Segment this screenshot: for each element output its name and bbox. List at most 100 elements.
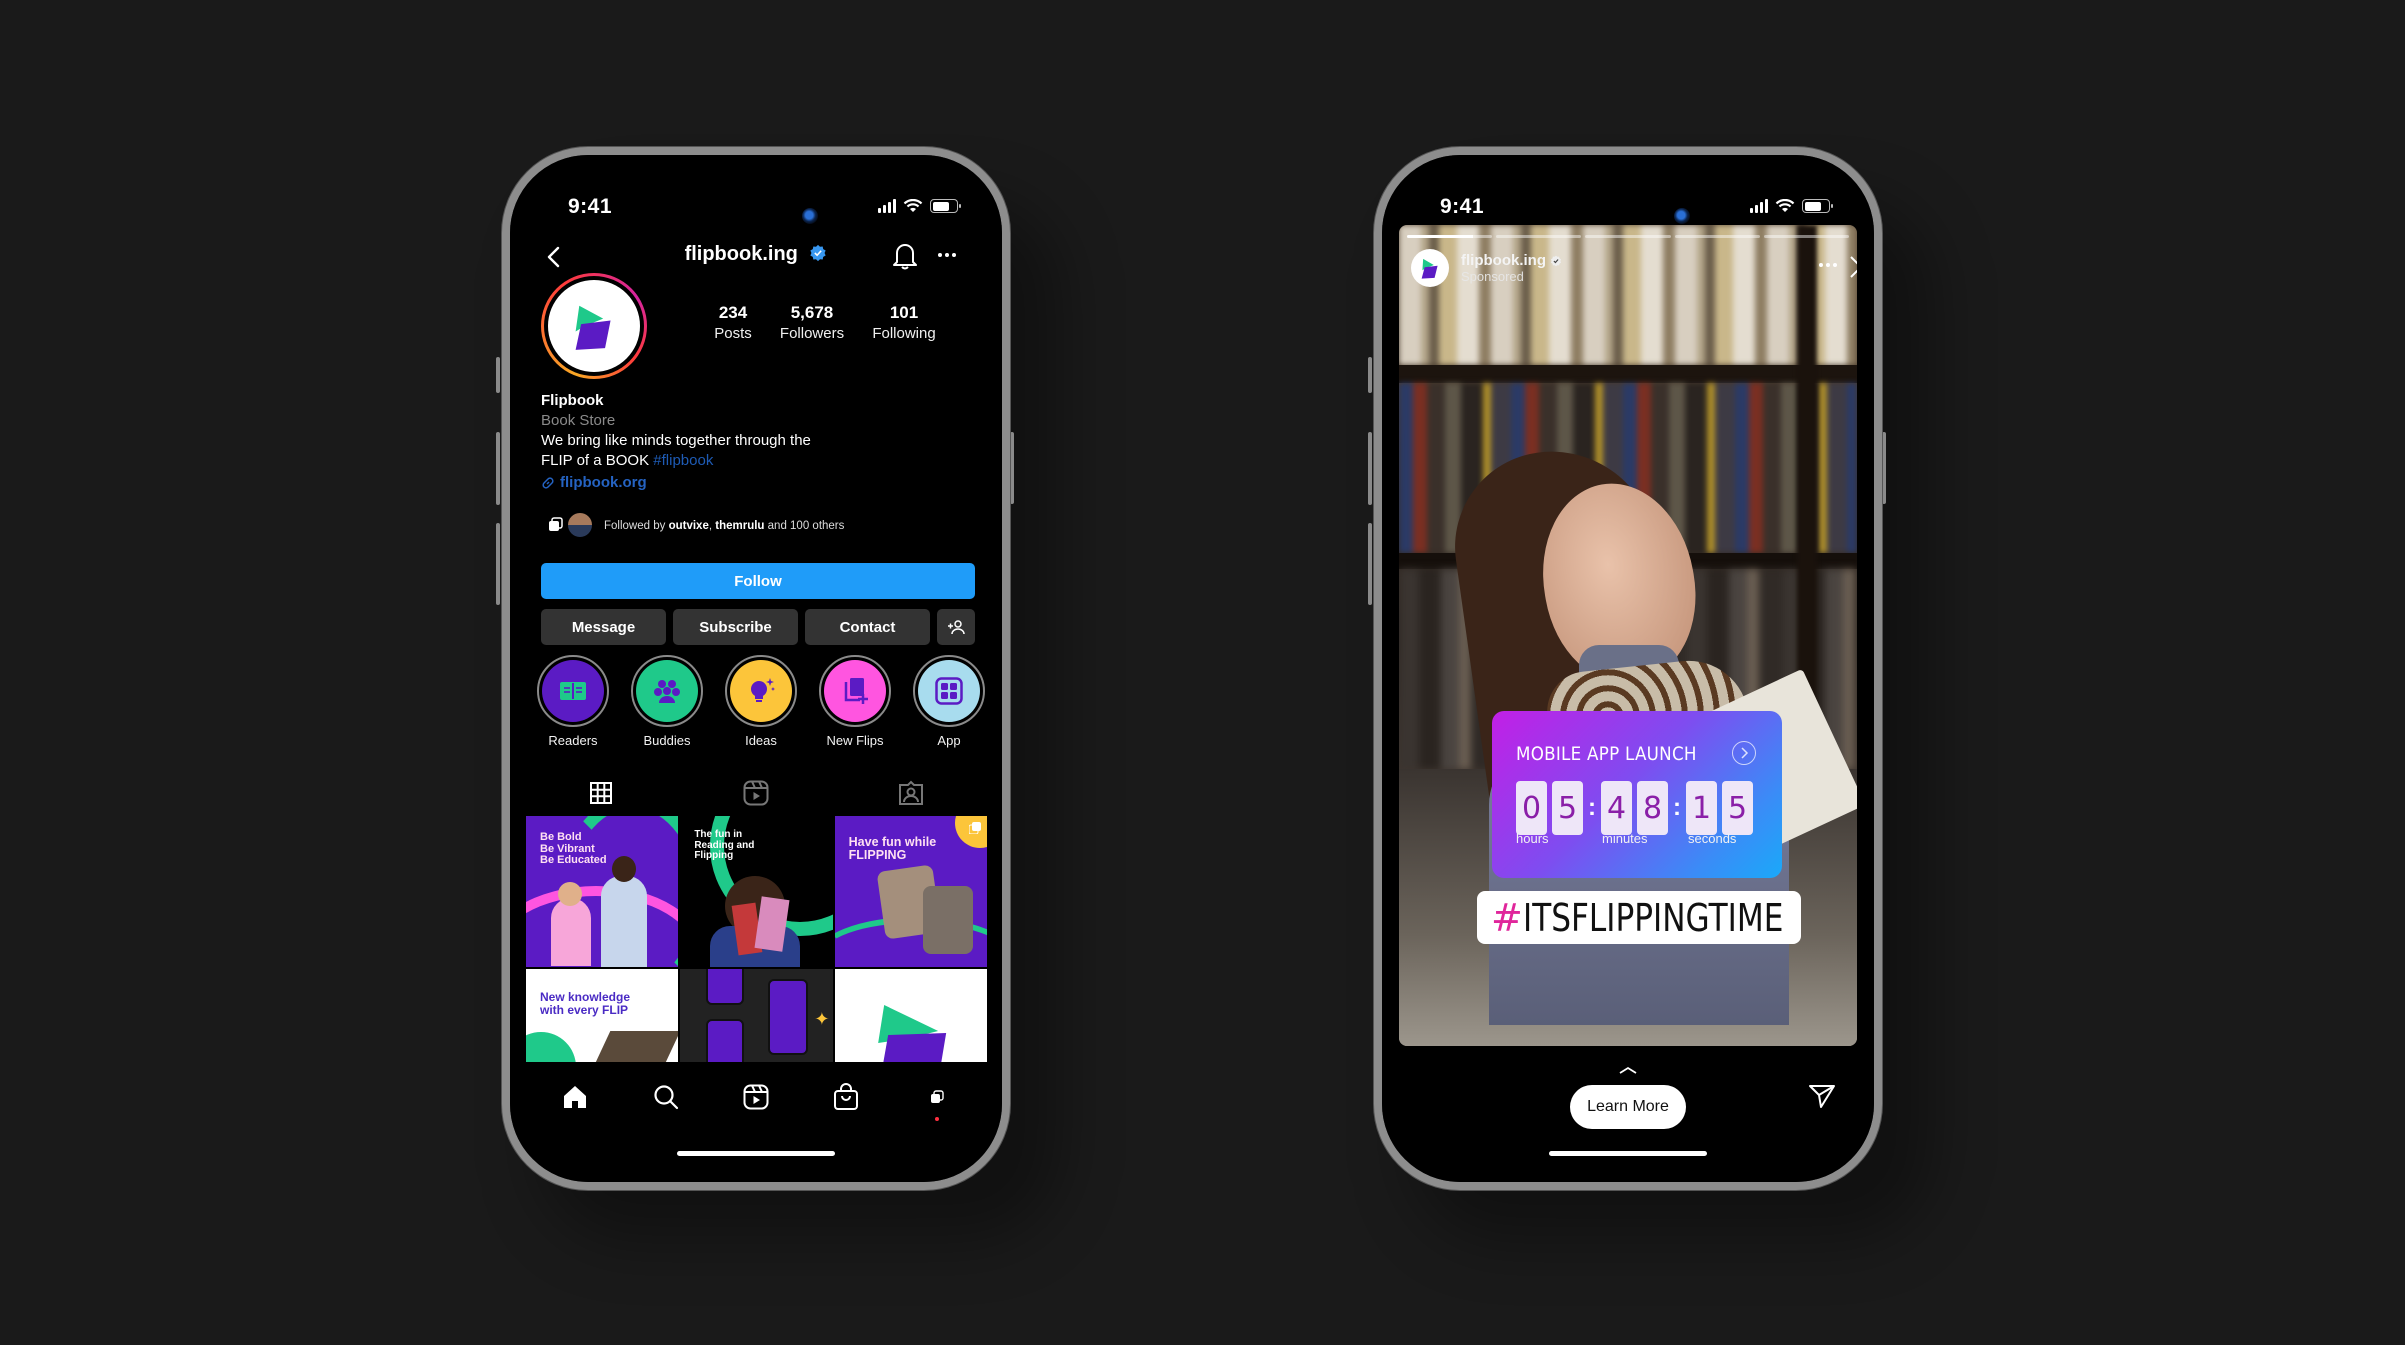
profile-actions: Message Subscribe Contact <box>541 609 975 645</box>
profile-avatar-icon <box>930 1090 944 1103</box>
highlight-app[interactable]: App <box>912 655 986 748</box>
grid-icon <box>590 782 613 804</box>
shopping-bag-icon <box>834 1083 859 1110</box>
person-figure <box>551 898 591 966</box>
flipbook-logo-icon <box>1421 258 1438 279</box>
highlight-buddies[interactable]: Buddies <box>630 655 704 748</box>
story-progress <box>1407 235 1850 238</box>
stat-following[interactable]: 101 Following <box>864 303 944 342</box>
highlight-new-flips[interactable]: New Flips <box>818 655 892 748</box>
more-options-icon[interactable] <box>938 243 962 267</box>
tab-reels[interactable] <box>741 778 771 808</box>
message-button[interactable]: Message <box>541 609 666 645</box>
profile-website-link[interactable]: flipbook.org <box>541 473 981 493</box>
learn-more-button[interactable]: Learn More <box>1570 1085 1686 1129</box>
flipbook-logo-icon <box>575 305 611 350</box>
nav-search[interactable] <box>650 1081 682 1113</box>
swipe-up-chevron-icon[interactable] <box>1618 1065 1638 1075</box>
contact-button[interactable]: Contact <box>805 609 930 645</box>
suggested-users-button[interactable] <box>937 609 975 645</box>
tab-tagged[interactable] <box>896 778 926 808</box>
highlight-readers[interactable]: Readers <box>536 655 610 748</box>
seconds-digit: 5 <box>1722 781 1753 835</box>
highlight-ideas[interactable]: Ideas <box>724 655 798 748</box>
sponsored-label: Sponsored <box>1461 269 1524 284</box>
add-person-icon <box>948 620 965 635</box>
nav-home[interactable] <box>559 1081 591 1113</box>
phone-side-button <box>1010 432 1014 504</box>
profile-category: Book Store <box>541 412 616 429</box>
notification-bell-icon[interactable] <box>890 239 920 271</box>
lightbulb-icon <box>751 678 775 702</box>
phone-side-button <box>496 523 500 605</box>
hours-digit: 5 <box>1552 781 1583 835</box>
phone-side-button <box>496 357 500 393</box>
phone-mockup <box>706 969 745 1005</box>
nav-profile[interactable] <box>921 1081 953 1121</box>
verified-badge-icon <box>810 244 827 262</box>
grid-post[interactable] <box>834 969 987 1062</box>
front-camera <box>1674 208 1690 224</box>
seconds-label: seconds <box>1688 831 1737 846</box>
tab-posts-grid[interactable] <box>586 778 616 808</box>
cellular-signal-icon <box>1750 199 1768 213</box>
nav-reels[interactable] <box>740 1081 772 1113</box>
profile-username: flipbook.ing <box>510 243 1002 266</box>
home-icon <box>564 1086 587 1108</box>
profile-header: flipbook.ing <box>510 237 1002 277</box>
front-camera <box>802 208 818 224</box>
status-bar: 9:41 <box>1382 193 1874 224</box>
search-icon <box>653 1085 678 1110</box>
battery-icon <box>1802 199 1833 213</box>
subscribe-button[interactable]: Subscribe <box>673 609 798 645</box>
posts-grid: Be Bold Be Vibrant Be Educated The fun i… <box>526 816 987 1062</box>
story-username: flipbook.ing <box>1461 252 1546 269</box>
grid-post[interactable]: ✦ <box>680 969 833 1062</box>
profile-phone: 9:41 flipbook.ing 234 Posts 5,678 Follow… <box>502 147 1010 1190</box>
link-icon <box>542 477 554 489</box>
hashtag-sticker[interactable]: # ITSFLIPPINGTIME <box>1477 891 1801 944</box>
photo-card <box>922 886 973 954</box>
story-more-options-icon[interactable] <box>1819 263 1837 267</box>
minutes-label: minutes <box>1602 831 1648 846</box>
group-icon <box>654 680 680 703</box>
phone-mockup <box>768 979 809 1055</box>
reels-icon <box>743 780 769 806</box>
story-screen: 9:41 flipbook.ing Sponsored MOBILE APP L… <box>1382 155 1874 1182</box>
stat-posts[interactable]: 234 Posts <box>706 303 760 342</box>
grid-post[interactable]: The fun in Reading and Flipping <box>680 816 833 967</box>
follower-avatar-icon <box>549 517 563 531</box>
home-indicator <box>1549 1151 1707 1156</box>
profile-screen: 9:41 flipbook.ing 234 Posts 5,678 Follow… <box>510 155 1002 1182</box>
followed-by[interactable]: Followed by outvixe, themrulu and 100 ot… <box>548 511 844 541</box>
close-icon[interactable] <box>1849 255 1857 279</box>
nav-shop[interactable] <box>830 1081 862 1113</box>
app-grid-icon <box>935 677 963 705</box>
wifi-icon <box>903 199 923 212</box>
profile-name: Flipbook <box>541 392 604 409</box>
stat-followers[interactable]: 5,678 Followers <box>760 303 864 342</box>
follow-button[interactable]: Follow <box>541 563 975 599</box>
grid-post[interactable]: Be Bold Be Vibrant Be Educated <box>526 816 679 967</box>
flipbook-logo <box>548 280 640 372</box>
story-header[interactable]: flipbook.ing Sponsored <box>1411 249 1562 287</box>
countdown-digits: 0 5 : 4 8 : 1 5 <box>1516 781 1758 835</box>
story-avatar[interactable] <box>1411 249 1449 287</box>
countdown-reminder-button[interactable] <box>1732 741 1756 765</box>
send-icon[interactable] <box>1808 1083 1836 1109</box>
grid-post[interactable]: New knowledge with every FLIP <box>526 969 679 1062</box>
minutes-digit: 8 <box>1637 781 1668 835</box>
status-time: 9:41 <box>1440 195 1485 218</box>
profile-avatar[interactable] <box>541 273 647 379</box>
grid-post[interactable]: Have fun while FLIPPING <box>834 816 987 967</box>
profile-bio: Flipbook Book Store We bring like minds … <box>541 391 981 493</box>
verified-badge-icon <box>1550 255 1562 266</box>
hours-label: hours <box>1516 831 1549 846</box>
follower-avatar <box>566 511 594 539</box>
status-bar: 9:41 <box>510 193 1002 224</box>
bio-hashtag-link[interactable]: #flipbook <box>653 452 713 469</box>
phone-mockup <box>706 1019 745 1062</box>
story-phone: 9:41 flipbook.ing Sponsored MOBILE APP L… <box>1374 147 1882 1190</box>
countdown-sticker[interactable]: MOBILE APP LAUNCH 0 5 : 4 8 : 1 5 hours … <box>1492 711 1782 878</box>
story-media[interactable]: flipbook.ing Sponsored MOBILE APP LAUNCH <box>1399 225 1857 1046</box>
